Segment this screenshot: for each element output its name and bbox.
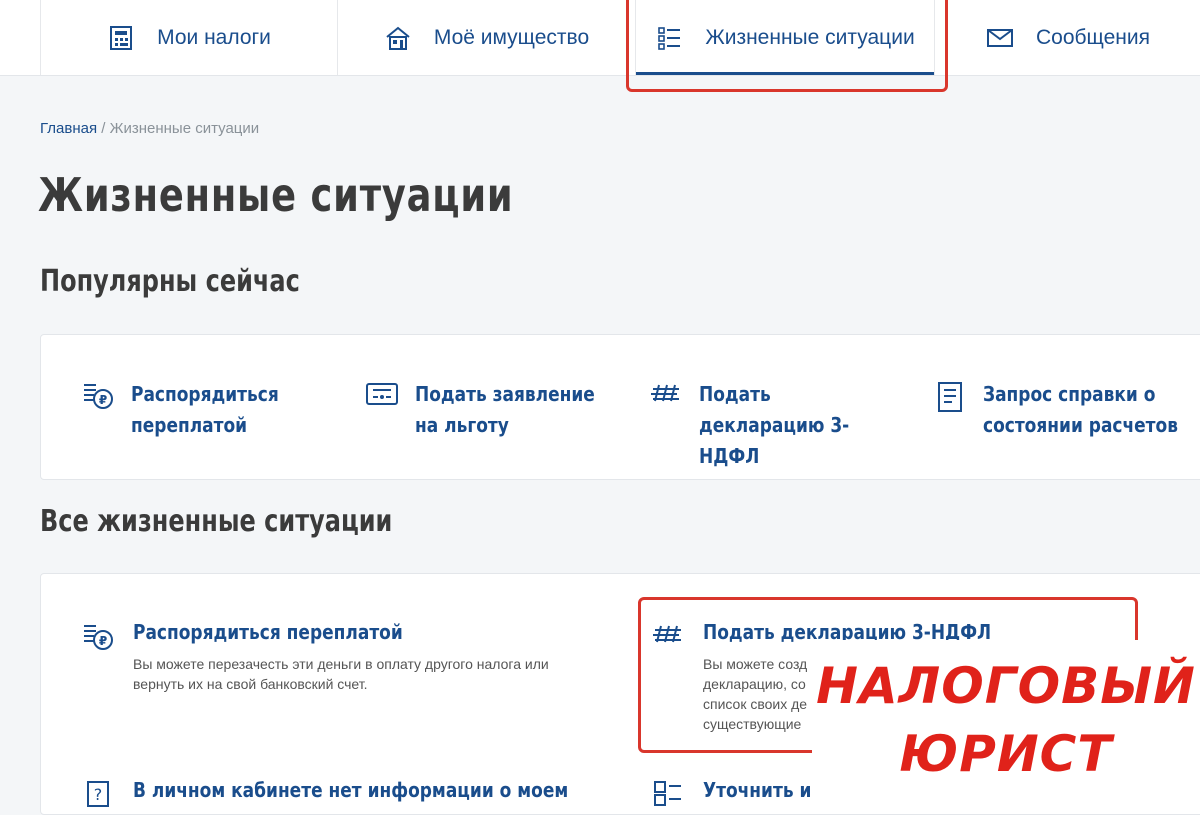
breadcrumb-separator: / xyxy=(101,120,106,137)
situation-missing-info[interactable]: ? В личном кабинете нет информации о мое… xyxy=(81,778,645,814)
list-icon xyxy=(655,24,683,52)
situation-title: Распорядиться переплатой xyxy=(133,620,403,644)
tab-messages[interactable]: Сообщения xyxy=(934,0,1200,75)
situation-title: В личном кабинете нет информации о моем xyxy=(133,778,569,802)
benefit-icon xyxy=(365,379,399,415)
breadcrumb: Главная / Жизненные ситуации xyxy=(40,120,259,137)
calculator-icon xyxy=(107,24,135,52)
popular-item-declaration[interactable]: Подать декларацию 3-НДФЛ xyxy=(649,379,929,472)
tab-my-property[interactable]: Моё имущество xyxy=(337,0,635,75)
tab-life-situations[interactable]: Жизненные ситуации xyxy=(635,0,934,75)
svg-text:₽: ₽ xyxy=(99,634,107,648)
breadcrumb-current: Жизненные ситуации xyxy=(109,120,260,137)
top-navigation: Мои налоги Моё имущество Жизненные ситуа… xyxy=(0,0,1200,76)
svg-text:₽: ₽ xyxy=(99,393,107,407)
tab-label: Мои налоги xyxy=(157,25,271,49)
declaration-icon xyxy=(649,379,683,415)
breadcrumb-home-link[interactable]: Главная xyxy=(40,120,97,137)
tab-label: Сообщения xyxy=(1036,25,1150,49)
watermark-line1: НАЛОГОВЫЙ xyxy=(816,657,1196,715)
situation-description: Вы можете созд декларацию, со список сво… xyxy=(703,656,808,732)
document-icon xyxy=(933,379,967,415)
popular-section-title: Популярны сейчас xyxy=(40,264,300,299)
svg-text:?: ? xyxy=(94,785,103,804)
overpayment-icon: ₽ xyxy=(81,620,115,656)
popular-item-statement[interactable]: Запрос справки о состоянии расчетов xyxy=(933,379,1200,441)
popular-item-label: Подать заявление на льготу xyxy=(415,382,595,437)
all-section-title: Все жизненные ситуации xyxy=(40,504,393,539)
popular-item-label: Распорядиться переплатой xyxy=(131,382,279,437)
watermark: НАЛОГОВЫЙ ЮРИСТ xyxy=(812,640,1200,800)
page-title: Жизненные ситуации xyxy=(38,168,514,222)
envelope-icon xyxy=(986,24,1014,52)
situation-description: Вы можете перезачесть эти деньги в оплат… xyxy=(133,656,549,692)
tab-label: Моё имущество xyxy=(433,25,590,49)
declaration-icon xyxy=(651,620,685,656)
popular-item-label: Запрос справки о состоянии расчетов xyxy=(983,382,1178,437)
overpayment-icon: ₽ xyxy=(81,379,115,415)
popular-card: ₽ Распорядиться переплатой Подать заявле… xyxy=(40,334,1200,480)
situation-overpayment[interactable]: ₽ Распорядиться переплатой Вы можете пер… xyxy=(81,620,553,694)
house-icon xyxy=(384,24,412,52)
popular-item-benefit[interactable]: Подать заявление на льготу xyxy=(365,379,645,441)
tab-label: Жизненные ситуации xyxy=(705,25,915,49)
question-icon: ? xyxy=(81,778,115,814)
popular-item-label: Подать декларацию 3-НДФЛ xyxy=(699,382,850,468)
watermark-line2: ЮРИСТ xyxy=(899,725,1113,783)
tab-my-taxes[interactable]: Мои налоги xyxy=(40,0,337,75)
calculator-list-icon xyxy=(651,778,685,814)
popular-item-overpayment[interactable]: ₽ Распорядиться переплатой xyxy=(81,379,361,441)
